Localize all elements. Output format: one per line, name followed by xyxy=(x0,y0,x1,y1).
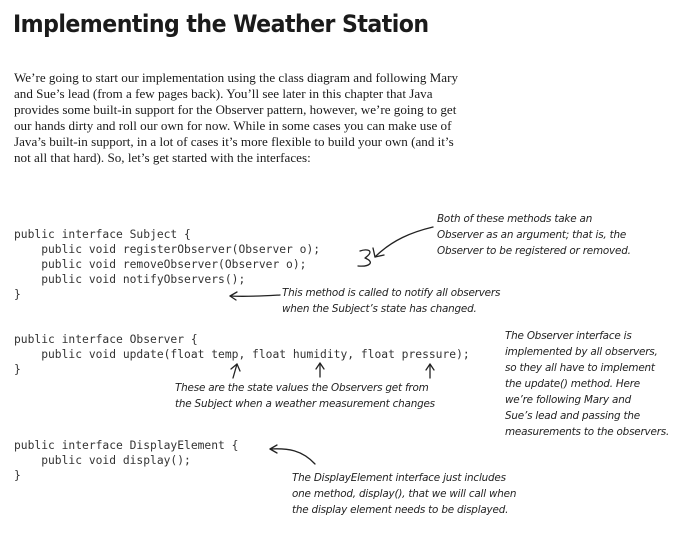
arrow-to-display-element xyxy=(269,448,316,465)
arrow-to-brace xyxy=(374,226,434,258)
arrow-to-notify xyxy=(229,294,281,298)
brace-mark xyxy=(357,249,371,267)
arrowhead xyxy=(372,247,385,258)
annotation-arrows xyxy=(229,226,435,465)
